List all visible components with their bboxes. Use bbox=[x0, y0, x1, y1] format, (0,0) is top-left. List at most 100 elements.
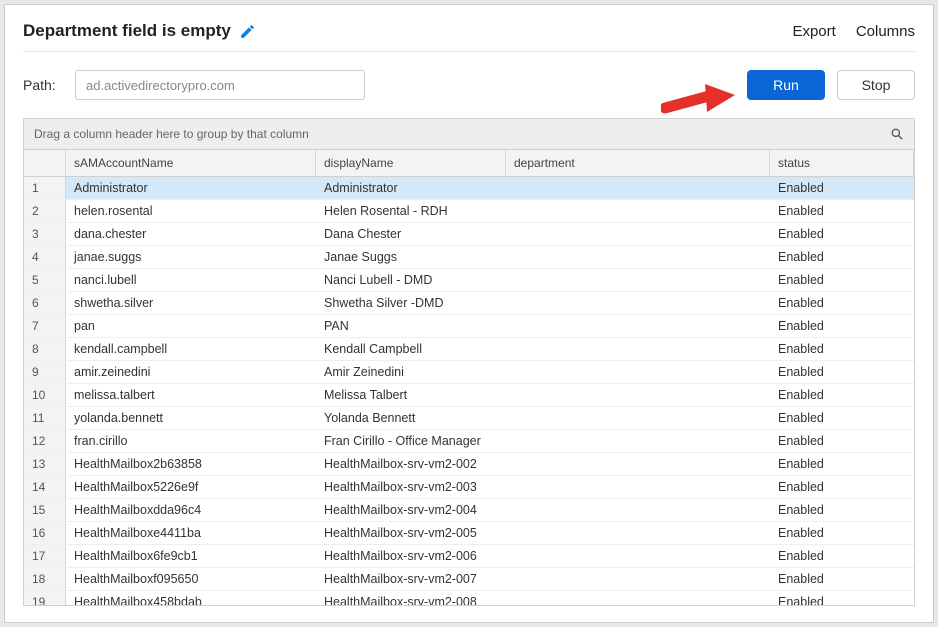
table-row[interactable]: 14HealthMailbox5226e9fHealthMailbox-srv-… bbox=[24, 476, 914, 499]
header-links: Export Columns bbox=[792, 23, 915, 40]
table-row[interactable]: 3dana.chesterDana ChesterEnabled bbox=[24, 223, 914, 246]
grid-body[interactable]: 1AdministratorAdministratorEnabled2helen… bbox=[24, 177, 914, 605]
cell-sam: HealthMailboxdda96c4 bbox=[66, 499, 316, 521]
cell-sam: janae.suggs bbox=[66, 246, 316, 268]
cell-display: HealthMailbox-srv-vm2-007 bbox=[316, 568, 506, 590]
table-row[interactable]: 8kendall.campbellKendall CampbellEnabled bbox=[24, 338, 914, 361]
cell-department bbox=[506, 269, 770, 291]
cell-sam: fran.cirillo bbox=[66, 430, 316, 452]
cell-status: Enabled bbox=[770, 591, 914, 605]
table-row[interactable]: 11yolanda.bennettYolanda BennettEnabled bbox=[24, 407, 914, 430]
cell-department bbox=[506, 292, 770, 314]
column-header-status[interactable]: status bbox=[770, 150, 914, 176]
cell-display: Fran Cirillo - Office Manager bbox=[316, 430, 506, 452]
table-row[interactable]: 5nanci.lubellNanci Lubell - DMDEnabled bbox=[24, 269, 914, 292]
cell-sam: HealthMailbox6fe9cb1 bbox=[66, 545, 316, 567]
cell-sam: HealthMailbox5226e9f bbox=[66, 476, 316, 498]
row-number: 2 bbox=[24, 200, 66, 222]
cell-display: Administrator bbox=[316, 177, 506, 199]
stop-button[interactable]: Stop bbox=[837, 70, 915, 100]
path-input[interactable] bbox=[75, 70, 365, 100]
path-label: Path: bbox=[23, 77, 63, 93]
table-row[interactable]: 18HealthMailboxf095650HealthMailbox-srv-… bbox=[24, 568, 914, 591]
cell-status: Enabled bbox=[770, 177, 914, 199]
row-number: 6 bbox=[24, 292, 66, 314]
column-header-department[interactable]: department bbox=[506, 150, 770, 176]
arrow-annotation-icon bbox=[661, 80, 741, 120]
path-row: Path: Run Stop bbox=[23, 70, 915, 100]
cell-sam: dana.chester bbox=[66, 223, 316, 245]
cell-status: Enabled bbox=[770, 315, 914, 337]
cell-display: HealthMailbox-srv-vm2-004 bbox=[316, 499, 506, 521]
table-row[interactable]: 2helen.rosentalHelen Rosental - RDHEnabl… bbox=[24, 200, 914, 223]
cell-sam: HealthMailboxf095650 bbox=[66, 568, 316, 590]
cell-status: Enabled bbox=[770, 453, 914, 475]
run-button[interactable]: Run bbox=[747, 70, 825, 100]
cell-department bbox=[506, 476, 770, 498]
table-row[interactable]: 4janae.suggsJanae Suggs Enabled bbox=[24, 246, 914, 269]
cell-status: Enabled bbox=[770, 246, 914, 268]
table-row[interactable]: 10melissa.talbertMelissa TalbertEnabled bbox=[24, 384, 914, 407]
row-number: 12 bbox=[24, 430, 66, 452]
row-number: 11 bbox=[24, 407, 66, 429]
row-number: 5 bbox=[24, 269, 66, 291]
cell-sam: pan bbox=[66, 315, 316, 337]
cell-department bbox=[506, 522, 770, 544]
cell-display: Amir Zeinedini bbox=[316, 361, 506, 383]
column-header-sam[interactable]: sAMAccountName bbox=[66, 150, 316, 176]
edit-icon[interactable] bbox=[239, 23, 256, 40]
cell-sam: helen.rosental bbox=[66, 200, 316, 222]
cell-department bbox=[506, 223, 770, 245]
cell-department bbox=[506, 177, 770, 199]
cell-department bbox=[506, 200, 770, 222]
cell-department bbox=[506, 407, 770, 429]
cell-status: Enabled bbox=[770, 522, 914, 544]
row-number: 4 bbox=[24, 246, 66, 268]
row-number: 10 bbox=[24, 384, 66, 406]
columns-link[interactable]: Columns bbox=[856, 23, 915, 40]
column-header-display[interactable]: displayName bbox=[316, 150, 506, 176]
cell-status: Enabled bbox=[770, 338, 914, 360]
cell-display: Shwetha Silver -DMD bbox=[316, 292, 506, 314]
row-number: 16 bbox=[24, 522, 66, 544]
cell-sam: kendall.campbell bbox=[66, 338, 316, 360]
row-number: 7 bbox=[24, 315, 66, 337]
cell-sam: HealthMailboxe4411ba bbox=[66, 522, 316, 544]
header: Department field is empty Export Columns bbox=[23, 21, 915, 52]
table-row[interactable]: 16HealthMailboxe4411baHealthMailbox-srv-… bbox=[24, 522, 914, 545]
table-row[interactable]: 15HealthMailboxdda96c4HealthMailbox-srv-… bbox=[24, 499, 914, 522]
cell-sam: HealthMailbox458bdab bbox=[66, 591, 316, 605]
cell-display: Nanci Lubell - DMD bbox=[316, 269, 506, 291]
cell-department bbox=[506, 545, 770, 567]
cell-display: Melissa Talbert bbox=[316, 384, 506, 406]
row-number: 13 bbox=[24, 453, 66, 475]
cell-display: Janae Suggs bbox=[316, 246, 506, 268]
table-row[interactable]: 19HealthMailbox458bdabHealthMailbox-srv-… bbox=[24, 591, 914, 605]
table-row[interactable]: 9amir.zeinediniAmir ZeinediniEnabled bbox=[24, 361, 914, 384]
row-number: 17 bbox=[24, 545, 66, 567]
cell-department bbox=[506, 361, 770, 383]
cell-status: Enabled bbox=[770, 407, 914, 429]
table-row[interactable]: 12fran.cirilloFran Cirillo - Office Mana… bbox=[24, 430, 914, 453]
table-row[interactable]: 6shwetha.silverShwetha Silver -DMDEnable… bbox=[24, 292, 914, 315]
cell-display: HealthMailbox-srv-vm2-003 bbox=[316, 476, 506, 498]
cell-sam: melissa.talbert bbox=[66, 384, 316, 406]
export-link[interactable]: Export bbox=[792, 23, 835, 40]
title-group: Department field is empty bbox=[23, 21, 256, 41]
row-number: 15 bbox=[24, 499, 66, 521]
cell-status: Enabled bbox=[770, 292, 914, 314]
cell-sam: Administrator bbox=[66, 177, 316, 199]
table-row[interactable]: 17HealthMailbox6fe9cb1HealthMailbox-srv-… bbox=[24, 545, 914, 568]
group-bar[interactable]: Drag a column header here to group by th… bbox=[24, 119, 914, 150]
report-panel: Department field is empty Export Columns… bbox=[4, 4, 934, 623]
table-row[interactable]: 13HealthMailbox2b63858HealthMailbox-srv-… bbox=[24, 453, 914, 476]
table-row[interactable]: 7panPANEnabled bbox=[24, 315, 914, 338]
cell-department bbox=[506, 453, 770, 475]
row-number: 18 bbox=[24, 568, 66, 590]
table-row[interactable]: 1AdministratorAdministratorEnabled bbox=[24, 177, 914, 200]
cell-display: HealthMailbox-srv-vm2-005 bbox=[316, 522, 506, 544]
cell-display: Yolanda Bennett bbox=[316, 407, 506, 429]
row-number: 3 bbox=[24, 223, 66, 245]
search-icon[interactable] bbox=[890, 127, 904, 141]
cell-display: Kendall Campbell bbox=[316, 338, 506, 360]
